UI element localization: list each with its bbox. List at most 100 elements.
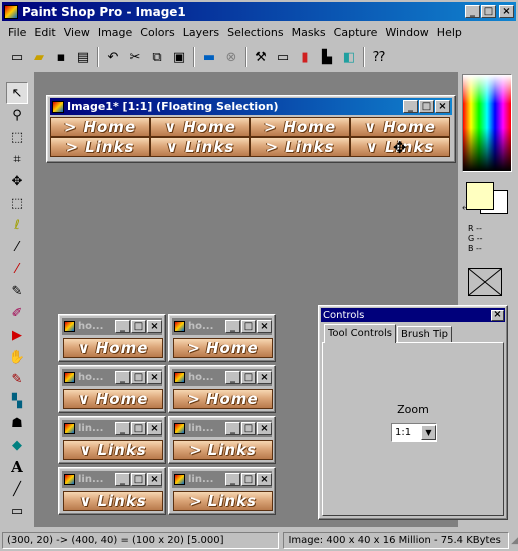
undo-icon[interactable]: ↶ — [102, 46, 124, 68]
mini-minimize-button[interactable]: _ — [225, 320, 240, 333]
mini-minimize-button[interactable]: _ — [225, 422, 240, 435]
mini-close-button[interactable]: × — [147, 320, 162, 333]
open-folder-icon[interactable]: ▰ — [28, 46, 50, 68]
menu-window[interactable]: Window — [381, 26, 432, 39]
color-palette-icon[interactable]: ▮ — [294, 46, 316, 68]
text-tool-icon[interactable]: A — [6, 456, 28, 478]
image-minimize-button[interactable]: _ — [403, 100, 418, 113]
mini-maximize-button[interactable]: □ — [241, 422, 256, 435]
menu-file[interactable]: File — [4, 26, 30, 39]
airbrush-icon[interactable]: ☗ — [6, 412, 28, 434]
mini-window[interactable]: lin... _ □ × ∨ Links — [58, 416, 166, 464]
mini-maximize-button[interactable]: □ — [241, 473, 256, 486]
selection-tool-icon[interactable]: ⬚ — [6, 192, 28, 214]
tool-palette: ↖ ⚲ ⬚ ⌗ ✥ ⬚ ℓ ⁄ ⁄ ✎ ✐ ▶ ✋ ✎ ▚ ☗ ◆ A ╱ ▭ — [4, 72, 30, 527]
mini-close-button[interactable]: × — [147, 371, 162, 384]
copy-icon[interactable]: ⧉ — [146, 46, 168, 68]
shape-tool-icon[interactable]: ▭ — [6, 500, 28, 522]
dropper-tool-icon[interactable]: ⁄ — [6, 258, 28, 280]
menu-capture[interactable]: Capture — [330, 26, 382, 39]
image-icon — [174, 423, 185, 434]
mini-minimize-button[interactable]: _ — [225, 371, 240, 384]
mini-maximize-button[interactable]: □ — [131, 473, 146, 486]
minimize-button[interactable]: _ — [465, 5, 480, 18]
mini-minimize-button[interactable]: _ — [115, 320, 130, 333]
chevron-down-icon[interactable]: ▼ — [421, 425, 436, 440]
clone-brush-icon[interactable]: ✐ — [6, 302, 28, 324]
mini-window[interactable]: ho... _ □ × ∨ Home — [58, 365, 166, 413]
mini-minimize-button[interactable]: _ — [115, 422, 130, 435]
cut-icon[interactable]: ✂ — [124, 46, 146, 68]
mini-close-button[interactable]: × — [147, 473, 162, 486]
menu-help[interactable]: Help — [433, 26, 466, 39]
resize-grip-icon[interactable]: ◢ — [511, 536, 518, 546]
mini-maximize-button[interactable]: □ — [131, 422, 146, 435]
menu-selections[interactable]: Selections — [223, 26, 287, 39]
image-maximize-button[interactable]: □ — [419, 100, 434, 113]
mini-window[interactable]: ho... _ □ × > Home — [168, 365, 276, 413]
line-tool-icon[interactable]: ╱ — [6, 478, 28, 500]
mini-window[interactable]: lin... _ □ × > Links — [168, 416, 276, 464]
tab-brush-tip[interactable]: Brush Tip — [397, 326, 452, 343]
color-replacer-icon[interactable]: ▶ — [6, 324, 28, 346]
mini-window[interactable]: ho... _ □ × > Home — [168, 314, 276, 362]
mini-minimize-button[interactable]: _ — [225, 473, 240, 486]
paintbrush-icon[interactable]: ✎ — [6, 280, 28, 302]
color-spectrum[interactable] — [462, 74, 512, 172]
context-help-icon[interactable]: ⁇ — [368, 46, 390, 68]
mini-maximize-button[interactable]: □ — [241, 371, 256, 384]
mini-close-button[interactable]: × — [257, 320, 272, 333]
mini-window[interactable]: lin... _ □ × > Links — [168, 467, 276, 515]
mover-tool-icon[interactable]: ✥ — [6, 170, 28, 192]
menu-view[interactable]: View — [60, 26, 94, 39]
paste-icon[interactable]: ▣ — [168, 46, 190, 68]
close-button[interactable]: × — [499, 5, 514, 18]
menu-masks[interactable]: Masks — [288, 26, 330, 39]
image-canvas[interactable]: > Home ∨ Home > Home ∨ Home > Links ∨ Links > L… — [50, 117, 450, 157]
mini-minimize-button[interactable]: _ — [115, 473, 130, 486]
links-graphic: > Links — [250, 137, 350, 157]
mini-close-button[interactable]: × — [257, 422, 272, 435]
menu-layers[interactable]: Layers — [179, 26, 223, 39]
image-close-button[interactable]: × — [435, 100, 450, 113]
save-icon[interactable]: ▪ — [50, 46, 72, 68]
tab-tool-controls[interactable]: Tool Controls — [324, 324, 396, 343]
app-icon[interactable] — [4, 4, 18, 19]
zoom-tool-icon[interactable]: ⚲ — [6, 104, 28, 126]
menu-image[interactable]: Image — [94, 26, 136, 39]
layer-palette-icon[interactable]: ◧ — [338, 46, 360, 68]
magic-wand-icon[interactable]: ⁄ — [6, 236, 28, 258]
mini-close-button[interactable]: × — [257, 371, 272, 384]
no-pattern-swatch[interactable] — [468, 268, 502, 296]
flood-fill-icon[interactable]: ◆ — [6, 434, 28, 456]
deformation-tool-icon[interactable]: ⬚ — [6, 126, 28, 148]
print-icon[interactable]: ▤ — [72, 46, 94, 68]
style-bar-icon[interactable]: ▭ — [272, 46, 294, 68]
crop-tool-icon[interactable]: ⌗ — [6, 148, 28, 170]
menu-edit[interactable]: Edit — [30, 26, 59, 39]
new-file-icon[interactable]: ▭ — [6, 46, 28, 68]
picture-tube-icon[interactable]: ▚ — [6, 390, 28, 412]
maximize-button[interactable]: □ — [481, 5, 496, 18]
arrow-tool-icon[interactable]: ↖ — [6, 82, 28, 104]
full-screen-icon[interactable]: ▬ — [198, 46, 220, 68]
mini-window[interactable]: ho... _ □ × ∨ Home — [58, 314, 166, 362]
image-icon — [52, 100, 64, 113]
normal-viewing-icon[interactable]: ⊗ — [220, 46, 242, 68]
histogram-icon[interactable]: ▙ — [316, 46, 338, 68]
foreground-color-swatch[interactable] — [466, 182, 494, 210]
mini-maximize-button[interactable]: □ — [241, 320, 256, 333]
menu-colors[interactable]: Colors — [136, 26, 178, 39]
mini-close-button[interactable]: × — [147, 422, 162, 435]
retouch-tool-icon[interactable]: ✋ — [6, 346, 28, 368]
mini-maximize-button[interactable]: □ — [131, 371, 146, 384]
mini-window[interactable]: lin... _ □ × ∨ Links — [58, 467, 166, 515]
tool-palette-icon[interactable]: ⚒ — [250, 46, 272, 68]
mini-minimize-button[interactable]: _ — [115, 371, 130, 384]
eraser-tool-icon[interactable]: ✎ — [6, 368, 28, 390]
mini-maximize-button[interactable]: □ — [131, 320, 146, 333]
zoom-select[interactable]: 1:1 ▼ — [391, 423, 437, 442]
status-bar: (300, 20) -> (400, 40) = (100 x 20) [5.0… — [0, 530, 518, 551]
mini-close-button[interactable]: × — [257, 473, 272, 486]
lasso-tool-icon[interactable]: ℓ — [6, 214, 28, 236]
